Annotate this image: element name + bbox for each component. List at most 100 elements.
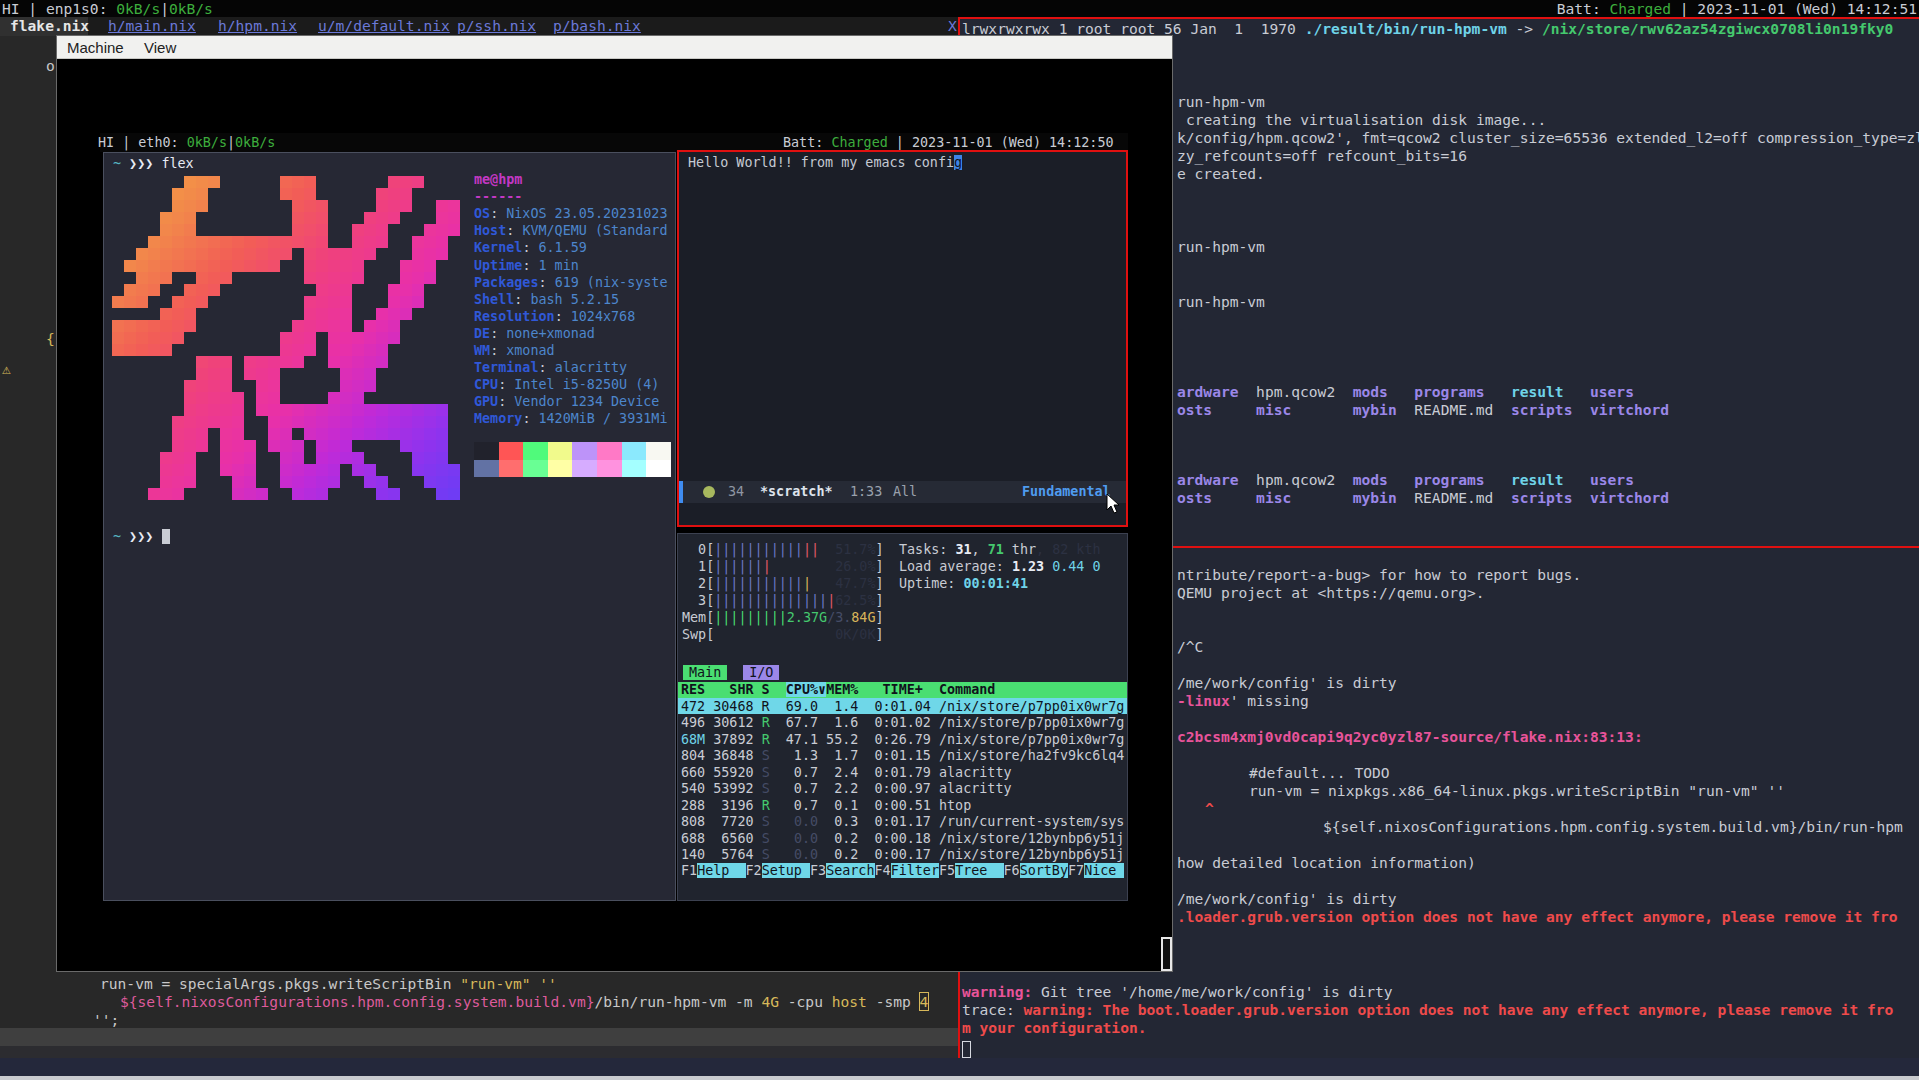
htop-pane[interactable]: 0[||||||||||||| 51.7%] 1[||||||| 26.0%] …	[677, 533, 1128, 901]
text-span	[1493, 489, 1511, 506]
text-span: ->	[1507, 20, 1542, 37]
color-swatch	[474, 442, 499, 460]
text-span: :	[514, 292, 530, 307]
text-span: ]	[876, 610, 884, 625]
text-span: ./result/bin/run-hpm-vm	[1305, 20, 1507, 37]
text-span	[1564, 383, 1590, 400]
text-span	[1388, 471, 1414, 488]
text-span: Mem[	[682, 610, 714, 625]
text-span: run-vm = specialArgs.pkgs.writeScriptBin	[100, 975, 460, 992]
tab-active-flake-nix[interactable]: flake.nix	[0, 17, 88, 36]
vm-terminal-pane[interactable]: ~ ❯❯❯ flex me@hpm------OS: NixOS 23.05.2…	[103, 152, 676, 901]
tab-h-main-nix[interactable]: h/main.nix	[108, 17, 196, 35]
text-span: S	[762, 847, 770, 862]
text-span: 1[	[682, 559, 714, 574]
text-span: flex	[161, 156, 193, 171]
text-span: misc	[1256, 489, 1291, 506]
text-span: 0kB/s	[169, 0, 213, 17]
text-span: 1.3 1.7 0:01.15 /nix/store/ha2fv9kc6lq4	[770, 748, 1125, 763]
tmux-status-bar	[0, 1058, 1919, 1076]
text-span: Terminal	[474, 360, 539, 375]
terminal-line: QEMU project at <https://qemu.org>.	[1177, 584, 1485, 602]
text-span: 00:01:41	[964, 576, 1029, 591]
htop-tab-main[interactable]: Main	[683, 665, 727, 680]
emacs-position: 1:33	[850, 484, 882, 501]
text-span: 68M	[681, 732, 705, 747]
text-span: 0kB/s	[187, 135, 227, 150]
fkey-action-setup[interactable]: Setup	[762, 863, 810, 878]
text-span: ❯❯❯	[121, 156, 161, 171]
text-span: mods	[1353, 383, 1388, 400]
htop-meter: Swp[ 0K/0K]	[682, 627, 884, 644]
text-span: 31	[955, 542, 971, 557]
menu-machine[interactable]: Machine	[67, 39, 124, 56]
fkey-action-sortby[interactable]: SortBy	[1020, 863, 1068, 878]
text-span: host	[832, 993, 867, 1010]
text-span: #default... TODO	[1249, 764, 1390, 781]
fetch-line: Terminal: alacritty	[474, 360, 627, 377]
text-span: scripts	[1511, 489, 1573, 506]
text-span: NixOS 23.05.20231023	[506, 206, 667, 221]
text-span: c2bcsm4xmj0vd0capi9q2yc0yzl87-source/fla…	[1177, 728, 1643, 745]
tab-p-bash-nix[interactable]: p/bash.nix	[553, 17, 641, 35]
fkey-action-help[interactable]: Help	[697, 863, 745, 878]
terminal-line: -linux' missing	[1177, 692, 1309, 710]
fkey-action-search[interactable]: Search	[826, 863, 874, 878]
fetch-line: Memory: 1420MiB / 3931Mi	[474, 411, 668, 428]
text-span: 0.3 0:01.17 /run/current-system/sys	[818, 814, 1124, 829]
menu-view[interactable]: View	[144, 39, 176, 56]
tab-u-m-default-nix[interactable]: u/m/default.nix	[318, 17, 450, 35]
text-span: 1 min	[539, 258, 579, 273]
fkey-action-tree[interactable]: Tree	[955, 863, 1003, 878]
terminal-line: osts misc mybin README.md scripts virtch…	[1177, 401, 1669, 419]
text-span: 71	[988, 542, 1004, 557]
text-span: Swp[	[682, 627, 714, 642]
htop-header-seg[interactable]: MEM% TIME+ Command	[826, 682, 995, 697]
text-span	[1212, 489, 1256, 506]
color-swatch	[499, 460, 524, 478]
text-span: misc	[1256, 401, 1291, 418]
terminal-cursor	[962, 1041, 971, 1058]
text-span: OS	[474, 206, 490, 221]
text-span: 1420MiB / 3931Mi	[539, 411, 668, 426]
text-span: 496 30612	[681, 715, 762, 730]
fkey-label: F3	[810, 863, 826, 878]
color-swatch	[597, 460, 622, 478]
htop-process-row: 804 36848 S 1.3 1.7 0:01.15 /nix/store/h…	[681, 748, 1124, 765]
text-span: m your configuration.	[962, 1019, 1147, 1036]
text-span: 0.7 0.1 0:00.51 htop	[770, 798, 972, 813]
fetch-line: Packages: 619 (nix-syste	[474, 275, 668, 292]
text-span: 26.0%	[835, 559, 875, 574]
htop-header-seg[interactable]: RES SHR S	[681, 682, 786, 697]
terminal-line: ntribute/report-a-bug> for how to report…	[1177, 566, 1581, 584]
fkey-action-nice[interactable]: Nice	[1084, 863, 1116, 878]
text-span: 0[	[682, 542, 714, 557]
color-swatch	[523, 442, 548, 460]
fkey-action-filter[interactable]: Filter	[891, 863, 939, 878]
text-span: 47.1 55.2 0:26.79 /nix/store/p7pp0ix0wr7…	[770, 732, 1125, 747]
vim-code-line: ${self.nixosConfigurations.hpm.config.sy…	[120, 993, 928, 1011]
emacs-scroll: All	[893, 484, 917, 501]
htop-function-key-bar: F1Help F2Setup F3SearchF4FilterF5Tree F6…	[681, 863, 1124, 880]
emacs-pane[interactable]: Hello World!! from my emacs config 34 *s…	[677, 150, 1128, 527]
emacs-line-count: 34	[728, 484, 744, 501]
tabline-close-button[interactable]: X	[948, 17, 957, 35]
text-span: ntribute/report-a-bug> for how to report…	[1177, 566, 1581, 583]
text-span	[819, 542, 835, 557]
text-span: :	[490, 326, 506, 341]
vm-network-status: HI | eth0: 0kB/s|0kB/s	[98, 135, 275, 152]
htop-tab-io[interactable]: I/O	[743, 665, 779, 680]
tab-h-hpm-nix[interactable]: h/hpm.nix	[218, 17, 297, 35]
text-span: Batt:	[783, 135, 831, 150]
text-span	[1572, 401, 1590, 418]
terminal-line: m your configuration.	[962, 1019, 1147, 1037]
htop-header-seg[interactable]: CPU%∨	[786, 682, 826, 697]
terminal-line: run-hpm-vm	[1177, 293, 1265, 311]
bottom-strip	[0, 1076, 1919, 1080]
text-span	[1564, 471, 1590, 488]
text-span: README.md	[1414, 401, 1493, 418]
terminal-line: run-vm = nixpkgs.x86_64-linux.pkgs.write…	[1249, 782, 1785, 800]
terminal-line: /^C	[1177, 638, 1203, 656]
tab-p-ssh-nix[interactable]: p/ssh.nix	[457, 17, 536, 35]
fkey-label: F4	[875, 863, 891, 878]
